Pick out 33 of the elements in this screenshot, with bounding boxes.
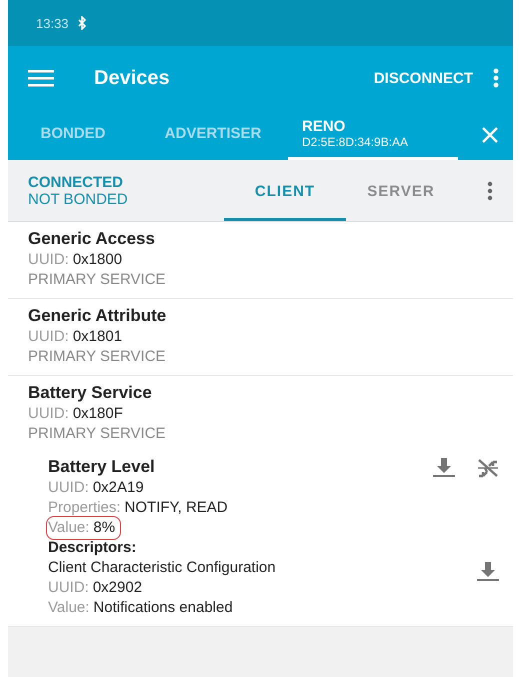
- service-detail: UUID: 0x1801: [28, 327, 122, 347]
- download-icon[interactable]: [475, 560, 501, 582]
- service-name: Battery Service: [28, 382, 152, 404]
- bluetooth-icon: [76, 16, 87, 30]
- descriptor-name: Client Characteristic Configuration: [48, 558, 276, 578]
- service-type: PRIMARY SERVICE: [28, 270, 167, 290]
- screen-title: Devices: [94, 66, 171, 90]
- service-detail: UUID: 0x180F: [28, 404, 123, 424]
- tab[interactable]: BONDED: [8, 110, 138, 160]
- characteristic-name: Battery Level: [48, 456, 155, 478]
- tab[interactable]: SERVER: [346, 160, 456, 221]
- descriptor-detail: UUID: 0x2902: [48, 578, 142, 598]
- service-type: PRIMARY SERVICE: [28, 347, 167, 367]
- characteristic-detail: UUID: 0x2A19: [48, 478, 144, 498]
- service-name: Generic Attribute: [28, 305, 166, 327]
- bond-status: NOT BONDED: [28, 190, 129, 208]
- menu-icon[interactable]: [28, 69, 54, 87]
- characteristic-detail: Value: 8%: [48, 518, 120, 538]
- tab[interactable]: ADVERTISER: [138, 110, 288, 160]
- service-type: PRIMARY SERVICE: [28, 424, 167, 444]
- descriptors-heading: Descriptors:: [48, 538, 138, 558]
- download-icon[interactable]: [431, 456, 457, 478]
- characteristic-detail: Properties: NOTIFY, READ: [48, 498, 228, 518]
- close-icon[interactable]: [481, 126, 499, 144]
- descriptor-detail: Value: Notifications enabled: [48, 598, 233, 618]
- service-name: Generic Access: [28, 228, 155, 250]
- more-options-icon[interactable]: [493, 68, 499, 88]
- service-detail: UUID: 0x1800: [28, 250, 122, 270]
- more-options-icon[interactable]: [487, 180, 493, 200]
- connection-status: CONNECTED: [28, 174, 124, 190]
- disconnect-button[interactable]: DISCONNECT: [368, 62, 479, 94]
- status-time: 13:33: [36, 16, 69, 30]
- crossed-arrows-icon[interactable]: [475, 456, 501, 480]
